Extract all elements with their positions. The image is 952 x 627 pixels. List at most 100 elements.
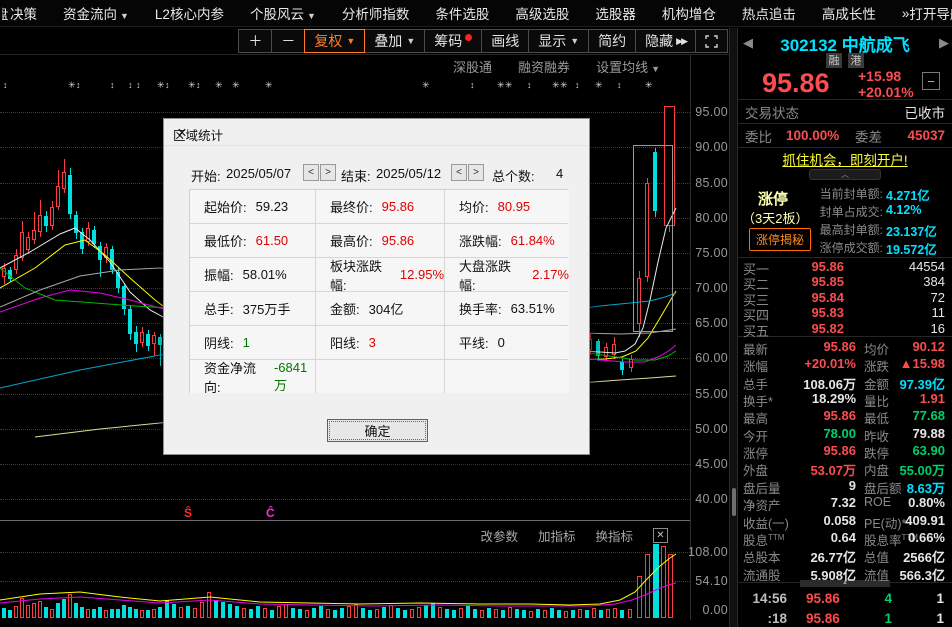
- event-marker-icon[interactable]: ✳: [560, 80, 568, 91]
- stat-cell-5-1: [316, 360, 444, 393]
- volume-panel-close-icon[interactable]: ✕: [653, 528, 668, 543]
- event-marker-icon[interactable]: ↕: [128, 80, 133, 90]
- stat-cell-value: 304亿: [369, 299, 404, 318]
- volume-bar: [361, 608, 365, 618]
- menu-item-0[interactable]: 盘决策: [2, 3, 37, 23]
- event-flag-icon[interactable]: Ŝ: [184, 506, 192, 520]
- fullscreen-button[interactable]: [695, 29, 728, 53]
- next-stock-arrow-icon[interactable]: ▶: [939, 35, 949, 51]
- toolbar-button-画线[interactable]: 画线: [481, 29, 529, 53]
- volume-header-action-2[interactable]: 换指标: [595, 526, 633, 545]
- menu-item-9[interactable]: 热点追击: [742, 3, 796, 23]
- menu-item-7[interactable]: 选股器: [595, 3, 636, 23]
- event-marker-icon[interactable]: ↕: [196, 80, 201, 90]
- end-date-prev-button[interactable]: <: [451, 164, 467, 181]
- event-flag-icon[interactable]: Ĉ: [266, 506, 275, 520]
- toolbar-button-＋[interactable]: ＋: [238, 29, 272, 53]
- menu-items-left: 盘决策 资金流向▼ L2核心内参 个股风云▼ 分析师指数 条件选股 高级选股 选股器 机构增仓 热…: [0, 3, 909, 23]
- volume-bar: [32, 603, 36, 618]
- dialog-title-bar[interactable]: 区域统计 ✕: [164, 119, 589, 146]
- volume-bar: [62, 599, 66, 618]
- event-marker-icon[interactable]: ✳: [422, 80, 430, 91]
- expand-icon: [705, 35, 718, 48]
- open-account-link[interactable]: 抓住机会，即刻开户!: [782, 149, 907, 169]
- event-marker-icon[interactable]: ↕: [617, 80, 622, 90]
- toolbar-button-－[interactable]: －: [271, 29, 305, 53]
- menu-item-10[interactable]: 高成长性: [822, 3, 876, 23]
- event-marker-icon[interactable]: ✳: [215, 80, 223, 91]
- stat-label-7-1: 内盘: [864, 460, 889, 479]
- event-marker-icon[interactable]: ↕: [165, 80, 170, 90]
- event-marker-icon[interactable]: ✳: [265, 80, 273, 91]
- menu-item-2[interactable]: L2核心内参: [155, 3, 224, 23]
- volume-bar: [207, 592, 211, 618]
- end-date-next-button[interactable]: >: [468, 164, 484, 181]
- statistics-table: 起始价:59.23最终价:95.86均价:80.95最低价:61.50最高价:9…: [189, 189, 568, 393]
- event-marker-icon[interactable]: ↕: [470, 80, 475, 90]
- menu-item-label: 机构增仓: [662, 7, 716, 22]
- stat-cell-label: 平线:: [459, 333, 489, 352]
- menu-item-6[interactable]: 高级选股: [515, 3, 569, 23]
- toolbar-button-叠加[interactable]: 叠加▼: [364, 29, 425, 53]
- event-marker-icon[interactable]: ↕: [527, 80, 532, 90]
- event-marker-icon[interactable]: ↕: [136, 80, 141, 90]
- stat-value-8-1: 8.63万: [907, 478, 945, 497]
- event-marker-icon[interactable]: ↕: [3, 80, 8, 90]
- volume-header-action-1[interactable]: 加指标: [538, 526, 576, 545]
- panel-splitter[interactable]: [729, 28, 738, 627]
- volume-bar: [653, 544, 659, 618]
- collapse-quote-button[interactable]: −: [922, 72, 940, 90]
- candlestick: [44, 216, 48, 226]
- event-marker-icon[interactable]: ✳: [505, 80, 513, 91]
- weicha-label: 委差: [855, 126, 882, 146]
- ok-button[interactable]: 确定: [327, 419, 428, 442]
- toolbar-button-复权[interactable]: 复权▼: [304, 29, 365, 53]
- event-marker-icon[interactable]: ↕: [76, 80, 81, 90]
- toolbar-button-隐藏[interactable]: 隐藏▶▶: [635, 29, 696, 53]
- event-marker-icon[interactable]: ↕: [110, 80, 115, 90]
- dialog-close-icon[interactable]: ✕: [173, 125, 191, 140]
- candlestick: [74, 215, 78, 233]
- event-marker-icon[interactable]: ↕: [575, 80, 580, 90]
- menu-item-1[interactable]: 资金流向▼: [63, 3, 129, 23]
- collapse-promo-handle[interactable]: ︿: [809, 169, 881, 180]
- menu-item-11[interactable]: »: [902, 6, 910, 21]
- event-marker-icon[interactable]: ✳: [157, 80, 165, 91]
- start-date-next-button[interactable]: >: [320, 164, 336, 181]
- menu-items-right: 打开导航返回: [909, 3, 952, 23]
- menu-item-4[interactable]: 分析师指数: [342, 3, 410, 23]
- stat-cell-4-1: 阳线:3: [316, 326, 444, 359]
- event-marker-icon[interactable]: ✳: [552, 80, 560, 91]
- toolbar-button-显示[interactable]: 显示▼: [528, 29, 589, 53]
- volume-bar: [613, 608, 617, 618]
- menu-item-3[interactable]: 个股风云▼: [250, 3, 316, 23]
- overlay-toggle-1[interactable]: 融资融券: [518, 57, 570, 76]
- event-marker-icon[interactable]: ✳: [188, 80, 196, 91]
- menu-item-5[interactable]: 条件选股: [435, 3, 489, 23]
- overlay-toggle-2[interactable]: 设置均线▼: [596, 57, 660, 76]
- event-marker-icon[interactable]: ✳: [497, 80, 505, 91]
- stat-cell-value: 61.50: [256, 233, 289, 248]
- volume-ma-line-0: [0, 554, 676, 605]
- stat-label-9-0: 净资产: [743, 495, 781, 514]
- stat-cell-value: 375万手: [243, 299, 291, 318]
- menu-item-8[interactable]: 机构增仓: [662, 3, 716, 23]
- start-date-prev-button[interactable]: <: [303, 164, 319, 181]
- event-marker-icon[interactable]: ✳: [68, 80, 76, 91]
- volume-bar: [375, 609, 379, 618]
- volume-bar: [26, 605, 30, 618]
- stat-cell-value: 95.86: [382, 199, 415, 214]
- overlay-toggle-0[interactable]: 深股通: [453, 57, 492, 76]
- menu-item-label: 决策: [10, 7, 37, 22]
- toolbar-button-简约[interactable]: 简约: [588, 29, 636, 53]
- splitter-drag-handle[interactable]: [732, 488, 736, 516]
- event-marker-icon[interactable]: ✳: [595, 80, 603, 91]
- volume-header-action-0[interactable]: 改参数: [480, 526, 518, 545]
- toolbar-button-筹码[interactable]: 筹码: [424, 29, 482, 53]
- volume-bar: [221, 602, 225, 618]
- limit-row-value-3: 19.572亿: [886, 239, 937, 258]
- event-marker-icon[interactable]: ✳: [232, 80, 240, 91]
- event-marker-icon[interactable]: ✳: [645, 80, 653, 91]
- menu-right-item-0[interactable]: 打开导航: [909, 3, 952, 23]
- start-date-value: 2025/05/07: [226, 166, 291, 181]
